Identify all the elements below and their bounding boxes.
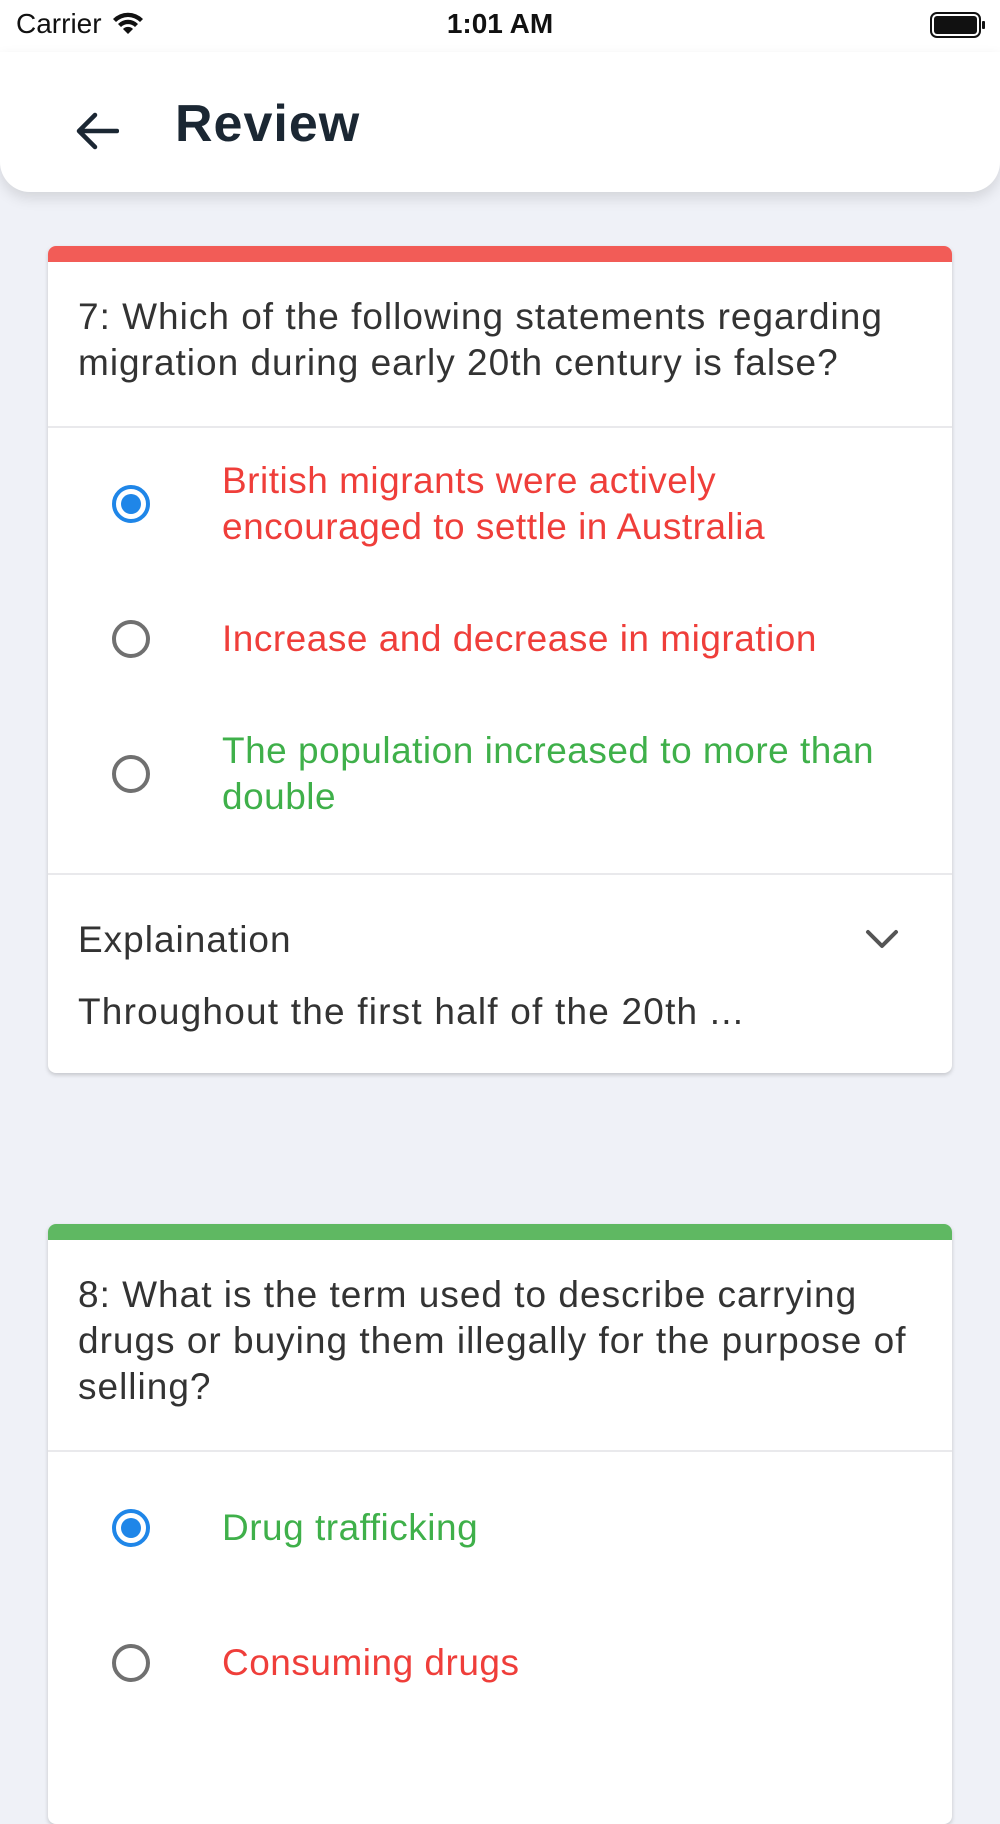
status-time: 1:01 AM	[446, 8, 554, 39]
question-card: 7: Which of the following statements reg…	[48, 246, 952, 1073]
answer-options: British migrants were actively encourage…	[48, 428, 952, 873]
result-bar-correct	[48, 1224, 952, 1240]
option-label: Increase and decrease in migration	[222, 618, 817, 659]
answer-option[interactable]: Drug trafficking	[48, 1482, 952, 1574]
radio-unselected-icon[interactable]	[112, 755, 150, 793]
radio-unselected-icon[interactable]	[112, 620, 150, 658]
explanation-preview: Throughout the first half of the 20th ..…	[78, 991, 745, 1032]
status-bar: Carrier 1:01 AM	[0, 0, 1000, 52]
explanation-section[interactable]: Explaination Throughout the first half o…	[48, 873, 952, 1073]
question-card: 8: What is the term used to describe car…	[48, 1224, 952, 1824]
option-label: British migrants were actively encourage…	[222, 460, 766, 547]
radio-unselected-icon[interactable]	[112, 1644, 150, 1682]
explanation-title: Explaination	[78, 919, 292, 960]
option-label: Consuming drugs	[222, 1642, 520, 1683]
answer-option[interactable]: Consuming drugs	[48, 1617, 952, 1709]
result-bar-wrong	[48, 246, 952, 262]
option-label: Drug trafficking	[222, 1507, 479, 1548]
radio-selected-icon[interactable]	[112, 1509, 150, 1547]
arrow-left-icon	[76, 112, 119, 150]
question-text: 8: What is the term used to describe car…	[48, 1240, 952, 1452]
radio-selected-icon[interactable]	[112, 485, 150, 523]
battery-icon	[930, 12, 985, 38]
page-title: Review	[175, 95, 361, 153]
answer-option[interactable]: British migrants were actively encourage…	[48, 458, 952, 550]
answer-options: Drug trafficking Consuming drugs	[48, 1452, 952, 1762]
back-button[interactable]	[62, 96, 132, 166]
chevron-down-icon[interactable]	[864, 927, 900, 951]
question-text: 7: Which of the following statements reg…	[48, 262, 952, 428]
answer-option[interactable]: Increase and decrease in migration	[48, 593, 952, 685]
answer-option[interactable]: The population increased to more than do…	[48, 728, 952, 820]
app-header: Review	[0, 52, 1000, 192]
option-label: The population increased to more than do…	[222, 730, 875, 817]
